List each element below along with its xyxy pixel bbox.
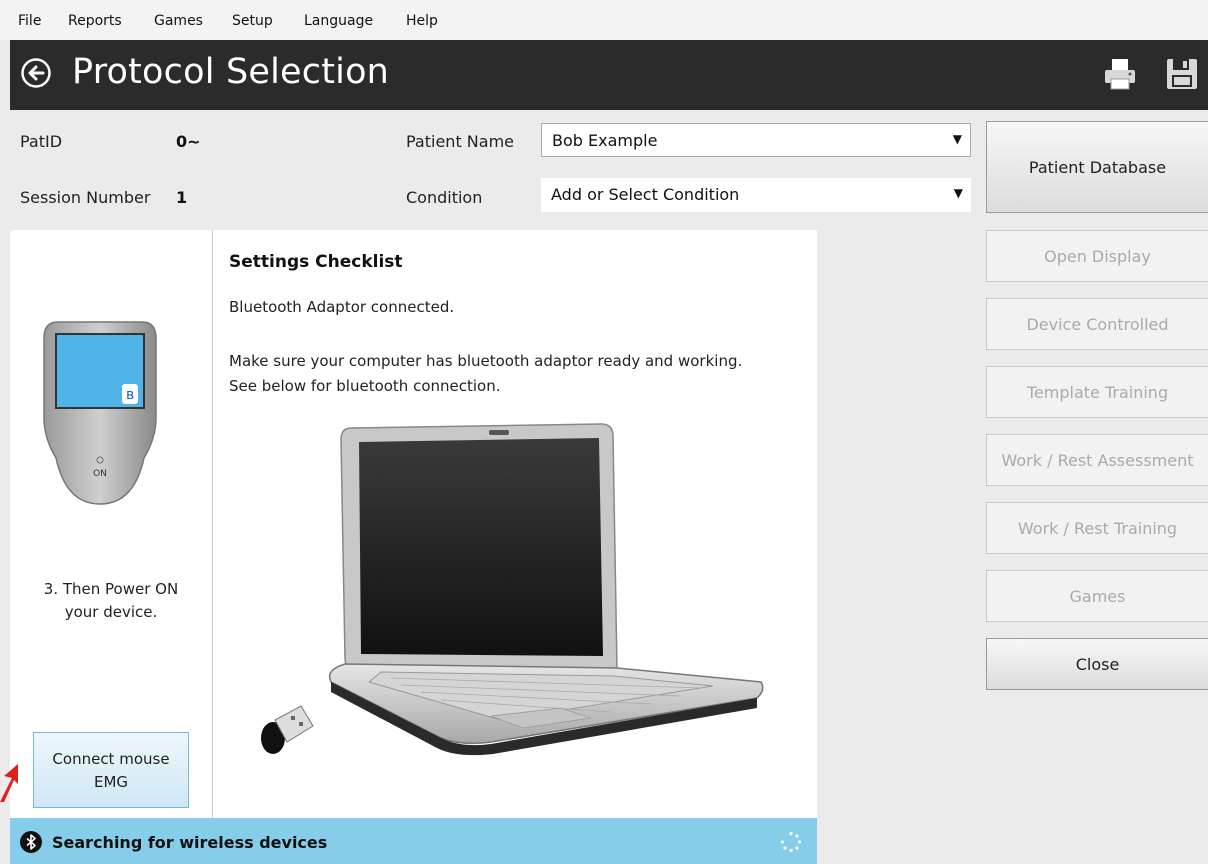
menu-setup[interactable]: Setup (232, 13, 273, 29)
open-display-button[interactable]: Open Display (986, 230, 1208, 282)
device-controlled-button[interactable]: Device Controlled (986, 298, 1208, 350)
condition-select[interactable]: Add or Select Condition ▼ (541, 178, 971, 212)
annotation-arrow-icon (0, 764, 18, 802)
patient-name-select[interactable]: Bob Example ▼ (541, 123, 971, 157)
checklist-line-2: Make sure your computer has bluetooth ad… (229, 352, 743, 370)
patient-info: PatID 0~ Session Number 1 Patient Name B… (0, 110, 980, 228)
menu-file[interactable]: File (18, 13, 41, 29)
patient-database-button[interactable]: Patient Database (986, 121, 1208, 213)
games-button[interactable]: Games (986, 570, 1208, 622)
emg-device-icon: ʙ ON (43, 321, 157, 505)
connect-emg-line1: Connect mouse (52, 750, 170, 768)
close-button[interactable]: Close (986, 638, 1208, 690)
bluetooth-icon (20, 831, 42, 853)
power-instruction-line2: your device. (64, 603, 158, 621)
power-instruction-line1: 3. Then Power ON (43, 580, 179, 598)
condition-label: Condition (406, 188, 483, 207)
status-bar: Searching for wireless devices (10, 818, 817, 864)
status-text: Searching for wireless devices (52, 833, 328, 852)
work-rest-training-button[interactable]: Work / Rest Training (986, 502, 1208, 554)
title-bar: Protocol Selection (10, 40, 1208, 110)
chevron-down-icon: ▼ (952, 132, 962, 146)
checklist-panel: Settings Checklist Bluetooth Adaptor con… (213, 230, 817, 820)
patient-name-label: Patient Name (406, 132, 514, 151)
laptop-illustration (261, 423, 764, 756)
session-label: Session Number (20, 188, 151, 207)
device-panel: ʙ ON 3. Then Power ON your device. Conne… (10, 230, 213, 820)
svg-text:ʙ: ʙ (126, 387, 134, 403)
menu-help[interactable]: Help (406, 13, 438, 29)
menu-games[interactable]: Games (154, 13, 203, 29)
checklist-line-3: See below for bluetooth connection. (229, 377, 501, 395)
back-arrow-icon[interactable] (20, 57, 52, 89)
connect-emg-button[interactable]: Connect mouse EMG (33, 732, 189, 808)
patid-label: PatID (20, 132, 63, 151)
condition-value: Add or Select Condition (551, 185, 740, 204)
work-rest-assessment-button[interactable]: Work / Rest Assessment (986, 434, 1208, 486)
session-value: 1 (176, 188, 188, 207)
save-icon[interactable] (1165, 57, 1199, 91)
menu-language[interactable]: Language (304, 13, 373, 29)
checklist-title: Settings Checklist (229, 252, 403, 272)
menu-bar: File Reports Games Setup Language Help (0, 0, 1208, 40)
menu-reports[interactable]: Reports (68, 13, 122, 29)
loading-spinner-icon (780, 831, 802, 853)
patid-value: 0~ (176, 132, 201, 151)
template-training-button[interactable]: Template Training (986, 366, 1208, 418)
patient-name-value: Bob Example (552, 131, 658, 150)
checklist-line-1: Bluetooth Adaptor connected. (229, 298, 455, 316)
chevron-down-icon: ▼ (953, 186, 963, 200)
printer-icon[interactable] (1102, 56, 1138, 92)
device-on-label: ON (93, 469, 107, 479)
power-instruction: 3. Then Power ON your device. (10, 578, 212, 624)
connect-emg-line2: EMG (93, 773, 129, 791)
page-title: Protocol Selection (72, 52, 390, 92)
empty-region (818, 230, 970, 864)
